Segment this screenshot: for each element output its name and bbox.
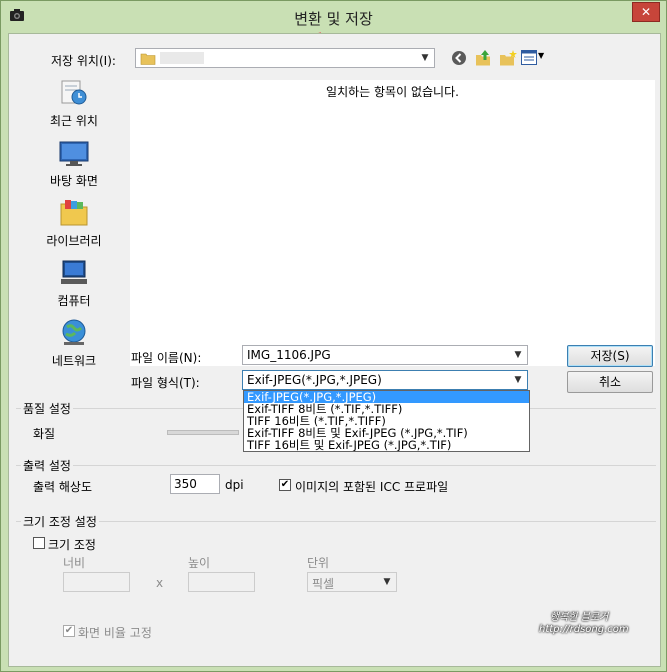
dialog-window: 변환 및 저장 ✕ 저장 위치(I): ▼ ▼ 최근 위치 바탕 화면 라이브러… — [0, 0, 667, 672]
desktop-icon — [59, 141, 89, 166]
watermark-line2: http://rdsong.com — [539, 624, 629, 635]
unit-label: 단위 — [307, 556, 330, 570]
resize-group-title: 크기 조정 설정 — [21, 513, 99, 530]
file-type-combo[interactable]: Exif-JPEG(*.JPG,*.JPEG) ▼ — [242, 370, 528, 390]
width-input[interactable] — [63, 572, 130, 592]
place-label: 바탕 화면 — [50, 174, 98, 188]
unit-value: 픽셀 — [312, 577, 335, 591]
height-label: 높이 — [188, 556, 211, 570]
height-input[interactable] — [188, 572, 255, 592]
resolution-label: 출력 해상도 — [33, 480, 93, 494]
icc-label: 이미지의 포함된 ICC 프로파일 — [295, 480, 449, 494]
aspect-checkbox[interactable]: ✔ — [63, 625, 75, 637]
chevron-down-icon: ▼ — [383, 577, 391, 587]
chevron-down-icon: ▼ — [514, 350, 522, 360]
place-label: 네트워크 — [51, 354, 97, 368]
file-type-option[interactable]: Exif-TIFF 8비트 (*.TIF,*.TIFF) — [244, 403, 529, 415]
recent-places-icon — [61, 80, 87, 105]
quality-slider[interactable] — [167, 430, 239, 435]
cancel-button[interactable]: 취소 — [567, 371, 653, 393]
computer-icon — [61, 260, 87, 284]
output-group-border — [16, 465, 656, 466]
file-name-value: IMG_1106.JPG — [247, 348, 331, 362]
times-sign: x — [156, 576, 164, 590]
resize-group-border — [16, 521, 656, 522]
window-title: 변환 및 저장 — [294, 10, 373, 28]
output-group-title: 출력 설정 — [21, 457, 73, 474]
quality-label: 화질 — [33, 427, 56, 441]
redacted-path — [160, 52, 204, 64]
file-type-option[interactable]: TIFF 16비트 및 Exif-JPEG (*.JPG,*.TIF) — [244, 439, 529, 451]
resize-label: 크기 조정 — [48, 538, 96, 552]
file-name-label: 파일 이름(N): — [131, 351, 202, 365]
back-icon[interactable] — [451, 50, 467, 66]
resize-checkbox[interactable] — [33, 537, 45, 549]
folder-icon — [140, 53, 156, 65]
save-location-combo[interactable]: ▼ — [135, 48, 435, 68]
chevron-down-icon: ▼ — [514, 375, 522, 385]
save-button[interactable]: 저장(S) — [567, 345, 653, 367]
quality-group-title: 품질 설정 — [21, 400, 73, 417]
new-folder-icon[interactable] — [499, 49, 517, 66]
place-label: 컴퓨터 — [57, 294, 91, 308]
view-menu-icon — [521, 50, 537, 65]
file-list[interactable]: 일치하는 항목이 없습니다. — [130, 80, 655, 366]
file-type-label: 파일 형식(T): — [131, 376, 200, 390]
empty-list-message: 일치하는 항목이 없습니다. — [326, 85, 459, 99]
chevron-down-icon: ▼ — [538, 51, 545, 60]
place-label: 라이브러리 — [46, 234, 102, 248]
view-menu-button[interactable]: ▼ — [521, 49, 545, 66]
icc-checkbox[interactable]: ✔ — [279, 479, 291, 491]
file-name-combo[interactable]: IMG_1106.JPG ▼ — [242, 345, 528, 365]
dialog-body: 저장 위치(I): ▼ ▼ 최근 위치 바탕 화면 라이브러리 컴퓨터 네트워크… — [8, 33, 661, 667]
resolution-input[interactable]: 350 — [170, 474, 220, 494]
resolution-value: 350 — [174, 477, 197, 491]
unit-combo[interactable]: 픽셀 ▼ — [307, 572, 397, 592]
dpi-label: dpi — [225, 478, 244, 492]
place-label: 최근 위치 — [50, 114, 98, 128]
file-type-value: Exif-JPEG(*.JPG,*.JPEG) — [247, 373, 382, 387]
libraries-icon — [60, 200, 88, 226]
title-bar[interactable]: 변환 및 저장 ✕ — [1, 1, 666, 33]
file-type-option[interactable]: Exif-JPEG(*.JPG,*.JPEG) — [244, 391, 529, 403]
file-type-option[interactable]: TIFF 16비트 (*.TIF,*.TIFF) — [244, 415, 529, 427]
file-type-dropdown[interactable]: Exif-JPEG(*.JPG,*.JPEG) Exif-TIFF 8비트 (*… — [243, 390, 530, 452]
network-icon — [62, 319, 86, 345]
watermark-line1: 행복한 블로거 — [550, 612, 609, 623]
file-type-option[interactable]: Exif-TIFF 8비트 및 Exif-JPEG (*.JPG,*.TIF) — [244, 427, 529, 439]
up-folder-icon[interactable] — [475, 49, 491, 66]
width-label: 너비 — [63, 556, 86, 570]
close-button[interactable]: ✕ — [632, 2, 660, 22]
chevron-down-icon: ▼ — [421, 53, 429, 63]
save-location-label: 저장 위치(I): — [51, 54, 116, 68]
aspect-label: 화면 비율 고정 — [78, 626, 152, 640]
